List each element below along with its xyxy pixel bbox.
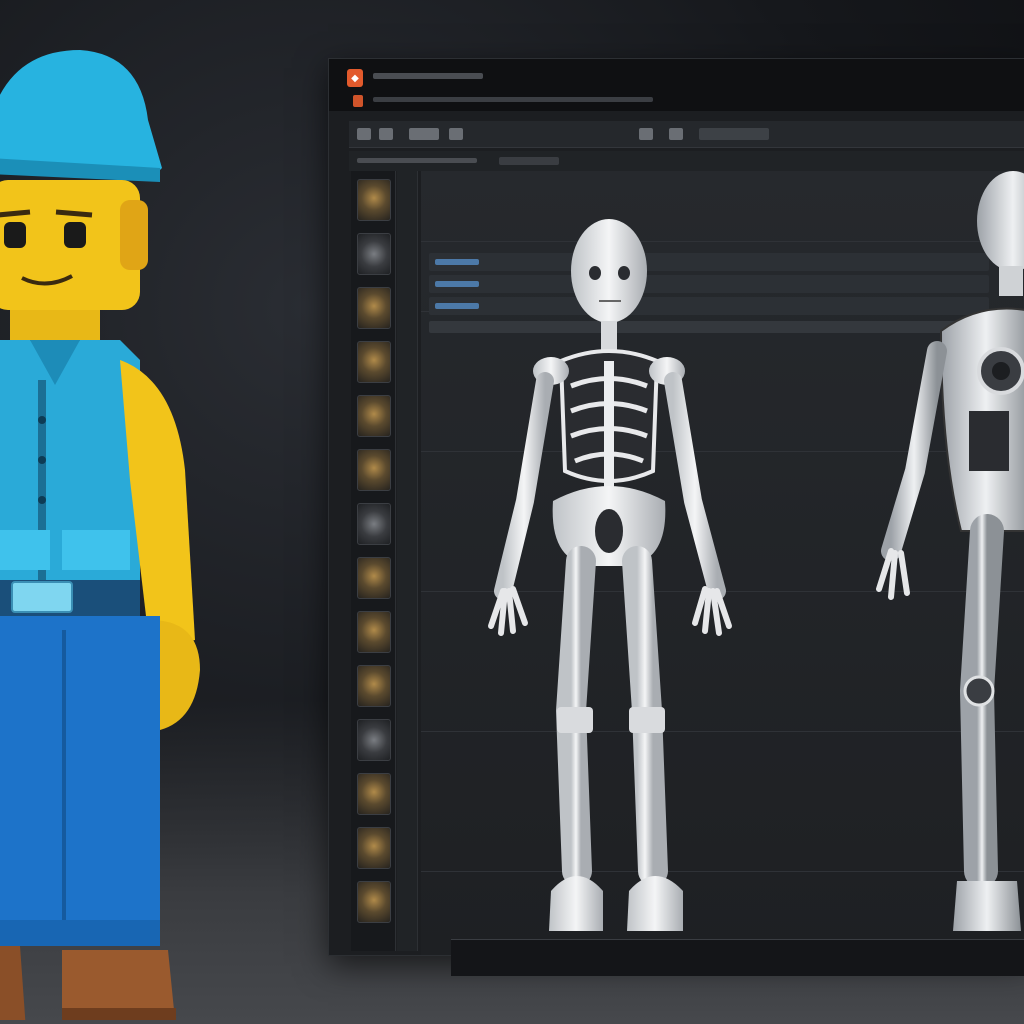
asset-thumbnail-icon[interactable] — [357, 233, 391, 275]
asset-library-panel — [351, 171, 396, 951]
tool-button[interactable] — [379, 128, 393, 140]
asset-thumbnail-icon[interactable] — [357, 341, 391, 383]
asset-thumbnail-icon[interactable] — [357, 503, 391, 545]
asset-thumbnail-icon[interactable] — [357, 179, 391, 221]
title-bar: ◆ — [329, 59, 1024, 111]
tool-button[interactable] — [357, 128, 371, 140]
asset-thumbnail-icon[interactable] — [357, 611, 391, 653]
asset-thumbnail-icon[interactable] — [357, 773, 391, 815]
asset-thumbnail-icon[interactable] — [357, 287, 391, 329]
window-title-placeholder — [373, 73, 483, 79]
tool-button[interactable] — [449, 128, 463, 140]
panel-scrollbar[interactable] — [397, 171, 418, 951]
asset-thumbnail-icon[interactable] — [357, 827, 391, 869]
search-input[interactable] — [699, 128, 769, 140]
toolbar — [349, 121, 1024, 148]
lego-worker-figure — [0, 50, 200, 1020]
3d-viewport[interactable] — [421, 171, 1024, 976]
app-logo-icon: ◆ — [347, 69, 363, 87]
app-window: ◆ — [328, 58, 1024, 976]
asset-thumbnail-icon[interactable] — [357, 395, 391, 437]
tool-button[interactable] — [409, 128, 439, 140]
robot-model[interactable] — [421, 171, 1024, 955]
tab-row — [349, 151, 1024, 171]
asset-thumbnail-icon[interactable] — [357, 881, 391, 923]
tool-button[interactable] — [639, 128, 653, 140]
asset-thumbnail-icon[interactable] — [357, 719, 391, 761]
tab-placeholder[interactable] — [499, 157, 559, 165]
asset-thumbnail-icon[interactable] — [357, 557, 391, 599]
asset-thumbnail-icon[interactable] — [357, 665, 391, 707]
app-secondary-icon — [353, 95, 363, 107]
viewport-bottom-bar — [451, 939, 1024, 976]
asset-thumbnail-icon[interactable] — [357, 449, 391, 491]
menu-bar-placeholder[interactable] — [373, 97, 653, 102]
tab-placeholder[interactable] — [357, 158, 477, 163]
tool-button[interactable] — [669, 128, 683, 140]
